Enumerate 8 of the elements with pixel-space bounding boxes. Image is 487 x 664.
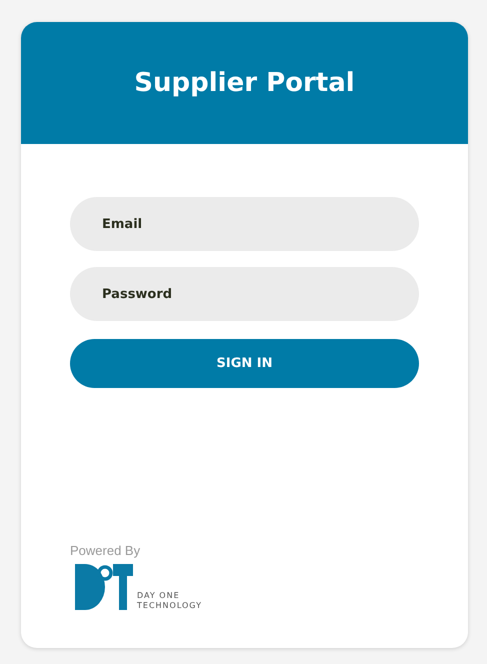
input-field[interactable]: Email <box>70 197 419 251</box>
portal-title: Supplier Portal <box>134 68 355 98</box>
logo-text: DAY ONE <box>137 591 181 601</box>
sign-in-button[interactable]: SIGN IN <box>70 339 419 388</box>
logo-text: TECHNOLOGY <box>137 601 202 611</box>
input-field[interactable]: Password <box>70 267 419 321</box>
powered-by-text: Powered By <box>70 543 142 558</box>
logo-mark-icon <box>75 564 133 610</box>
